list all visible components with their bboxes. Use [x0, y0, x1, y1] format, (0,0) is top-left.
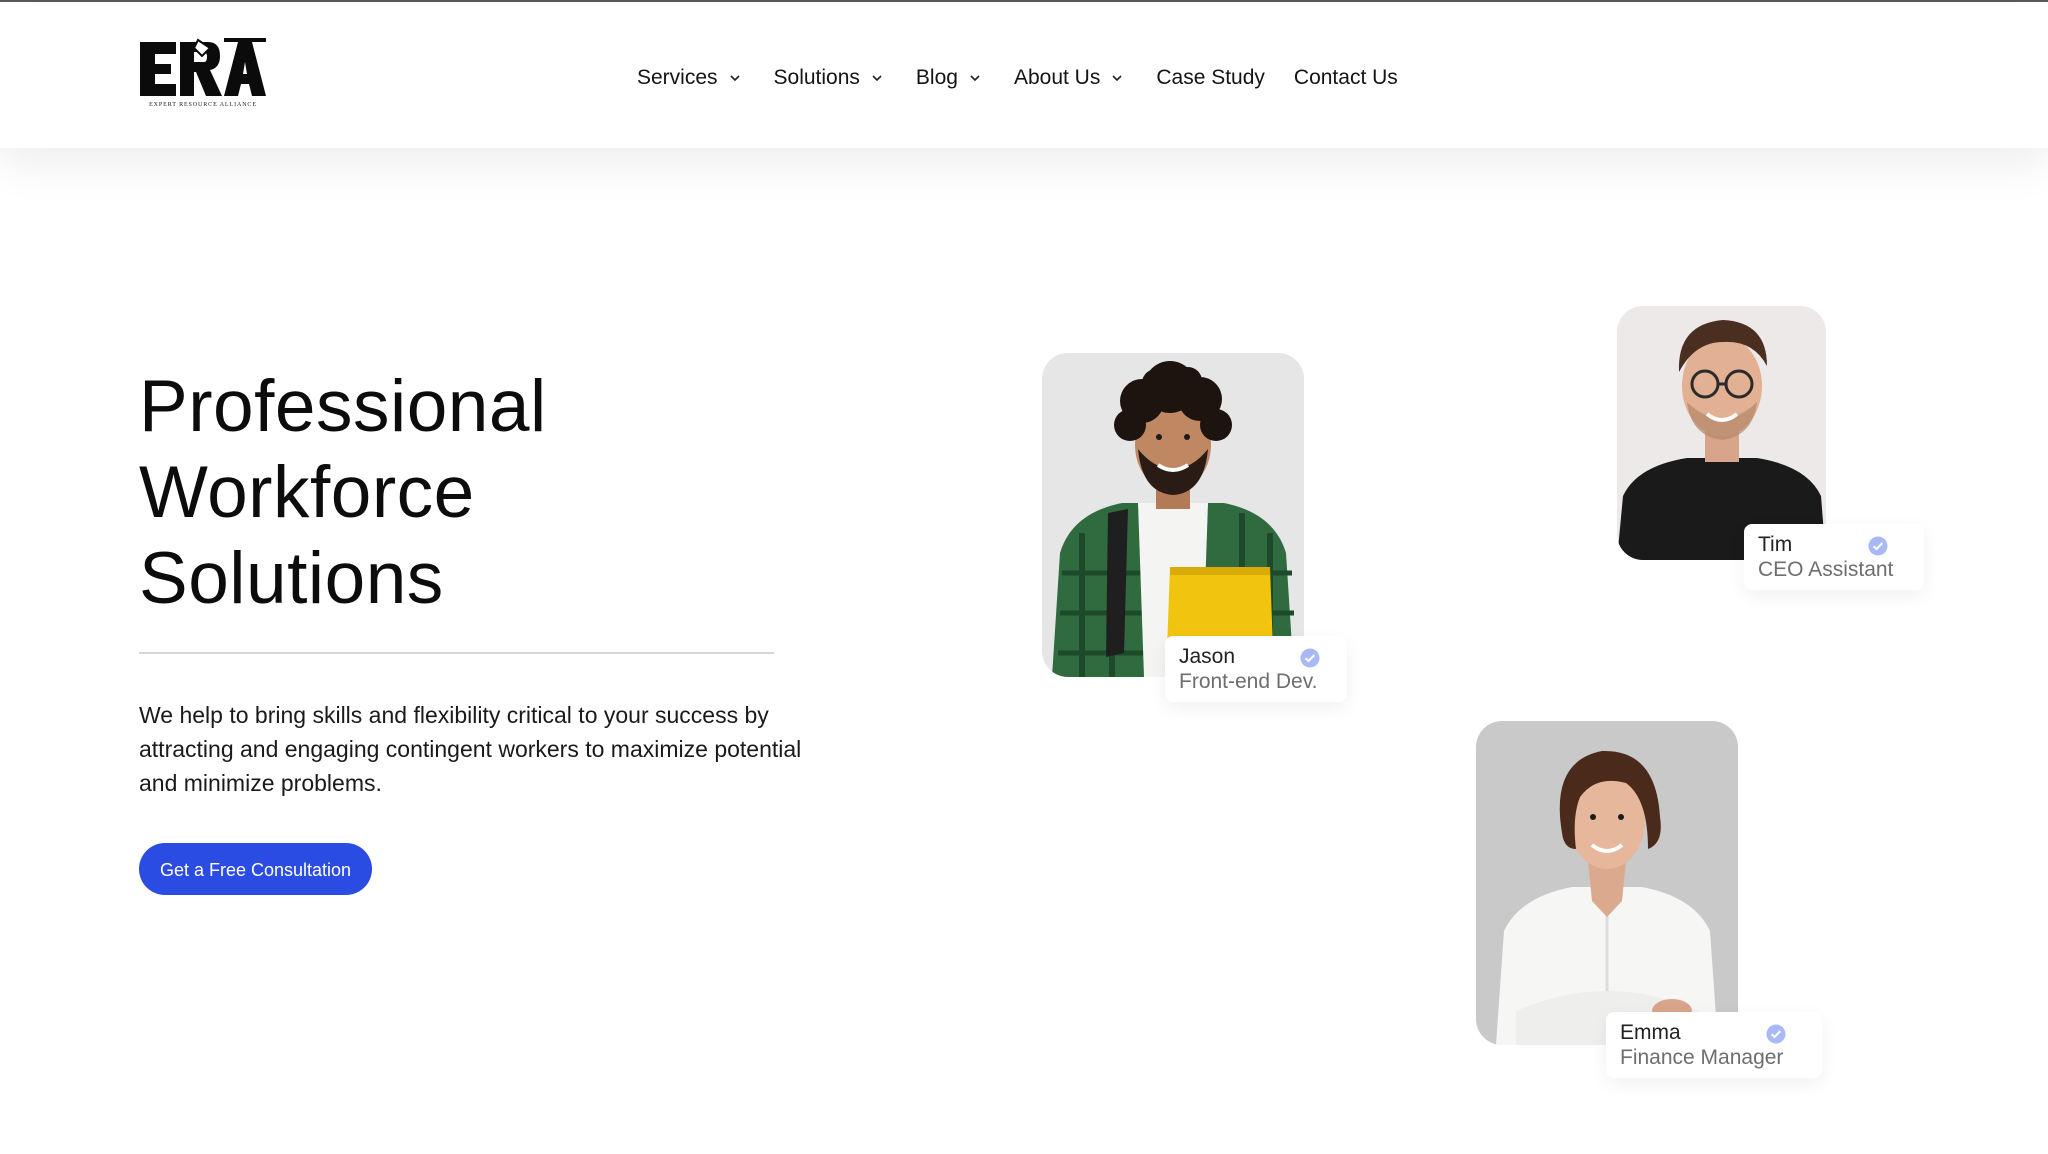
verified-badge-icon [1868, 536, 1888, 556]
chevron-down-icon [872, 75, 882, 82]
chevron-down-icon [729, 75, 740, 82]
logo-mark-icon [140, 38, 266, 96]
person-photo-icon [1617, 306, 1826, 560]
hero-title-line-3: Solutions [139, 538, 444, 619]
verified-badge-icon [1300, 648, 1320, 668]
nav-contact-us-label: Contact Us [1293, 66, 1398, 89]
nav-services-label: Services [637, 66, 718, 89]
nav-about-us-label: About Us [1013, 66, 1101, 89]
profile-role: Finance Manager [1620, 1046, 1784, 1069]
hero-title-line-2: Workforce [139, 452, 475, 533]
nav-solutions-label: Solutions [773, 66, 860, 89]
hero-title: Professional Workforce Solutions [139, 364, 789, 622]
hero-description: We help to bring skills and flexibility … [139, 702, 802, 796]
page: EXPERT RESOURCE ALLIANCE Services Soluti… [0, 0, 2048, 1154]
profile-label-emma: Emma Finance Manager [1606, 1012, 1822, 1078]
nav-case-study[interactable]: Case Study [1156, 58, 1265, 98]
verified-badge-icon [1766, 1024, 1786, 1044]
nav-about-us[interactable]: About Us [1014, 58, 1124, 98]
profile-photo-jason [1042, 353, 1304, 677]
nav-case-study-label: Case Study [1156, 66, 1265, 89]
person-photo-icon [1042, 353, 1304, 677]
site-header: EXPERT RESOURCE ALLIANCE Services Soluti… [0, 2, 2048, 148]
person-photo-icon [1476, 721, 1738, 1045]
main-nav: Services Solutions Blog About Us Case St… [637, 58, 1398, 98]
logo[interactable]: EXPERT RESOURCE ALLIANCE [138, 38, 268, 114]
profile-label-jason: Jason Front-end Dev. [1165, 636, 1347, 702]
logo-tagline: EXPERT RESOURCE ALLIANCE [149, 102, 257, 108]
nav-blog[interactable]: Blog [916, 58, 982, 98]
profile-role: CEO Assistant [1758, 558, 1894, 581]
profile-photo-emma [1476, 721, 1738, 1045]
chevron-down-icon [970, 75, 980, 82]
profile-role: Front-end Dev. [1179, 670, 1318, 693]
chevron-down-icon [1112, 75, 1122, 82]
nav-services[interactable]: Services [637, 58, 742, 98]
nav-solutions[interactable]: Solutions [774, 58, 884, 98]
nav-blog-label: Blog [915, 66, 958, 89]
profile-photo-tim [1617, 306, 1826, 560]
free-consultation-button[interactable]: Get a Free Consultation [139, 843, 372, 895]
nav-contact-us[interactable]: Contact Us [1294, 58, 1398, 98]
profile-label-tim: Tim CEO Assistant [1744, 524, 1924, 590]
hero-title-line-1: Professional [139, 366, 547, 447]
hero-divider [139, 652, 774, 654]
